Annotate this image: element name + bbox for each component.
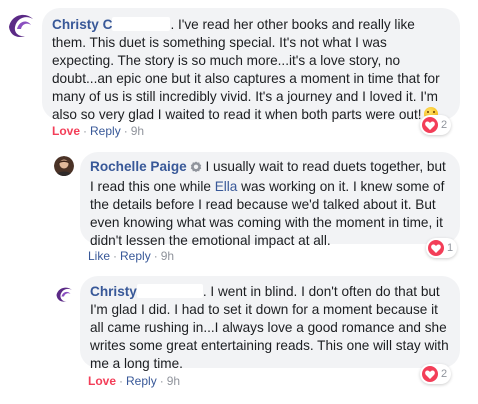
verified-badge-icon bbox=[190, 160, 202, 178]
comment-author[interactable]: Rochelle Paige bbox=[90, 159, 187, 174]
avatar-icon bbox=[5, 9, 37, 41]
love-reaction-button[interactable]: Love bbox=[88, 374, 116, 388]
redacted-name bbox=[136, 284, 203, 298]
love-reaction-button[interactable]: Love bbox=[52, 124, 80, 138]
reaction-count-badge[interactable]: 2 bbox=[420, 115, 452, 135]
avatar-icon bbox=[54, 156, 74, 176]
reaction-count-badge[interactable]: 1 bbox=[426, 238, 458, 258]
comment-actions: Love · Reply · 9h bbox=[52, 124, 145, 138]
avatar[interactable] bbox=[54, 156, 74, 176]
reaction-count: 2 bbox=[441, 368, 448, 380]
heart-icon bbox=[422, 117, 438, 133]
comment-bubble: Rochelle Paige I usually wait to read du… bbox=[80, 152, 460, 248]
comment-time[interactable]: 9h bbox=[161, 249, 174, 263]
reaction-count: 2 bbox=[441, 119, 448, 131]
mention-link[interactable]: Ella bbox=[215, 179, 238, 194]
reaction-count: 1 bbox=[447, 242, 454, 254]
comment-bubble: Christy. I went in blind. I don't often … bbox=[80, 276, 460, 371]
reply-button[interactable]: Reply bbox=[120, 249, 151, 263]
comment-text: . I've read her other books and really l… bbox=[52, 17, 440, 122]
comment-time[interactable]: 9h bbox=[167, 374, 180, 388]
redacted-name bbox=[112, 17, 171, 31]
heart-icon bbox=[428, 240, 444, 256]
avatar[interactable] bbox=[54, 284, 74, 304]
reaction-count-badge[interactable]: 2 bbox=[420, 364, 452, 384]
comment-actions: Love · Reply · 9h bbox=[88, 374, 181, 388]
reply-button[interactable]: Reply bbox=[90, 124, 121, 138]
like-button[interactable]: Like bbox=[88, 249, 110, 263]
reply-button[interactable]: Reply bbox=[126, 374, 157, 388]
comment-author[interactable]: Christy C bbox=[52, 17, 112, 32]
comment-bubble: Christy C. I've read her other books and… bbox=[42, 8, 460, 122]
comment-time[interactable]: 9h bbox=[131, 124, 144, 138]
comment-author[interactable]: Christy bbox=[90, 284, 137, 299]
avatar-icon bbox=[54, 284, 74, 304]
avatar[interactable] bbox=[5, 9, 37, 41]
comment-actions: Like · Reply · 9h bbox=[88, 249, 175, 263]
heart-icon bbox=[422, 366, 438, 382]
